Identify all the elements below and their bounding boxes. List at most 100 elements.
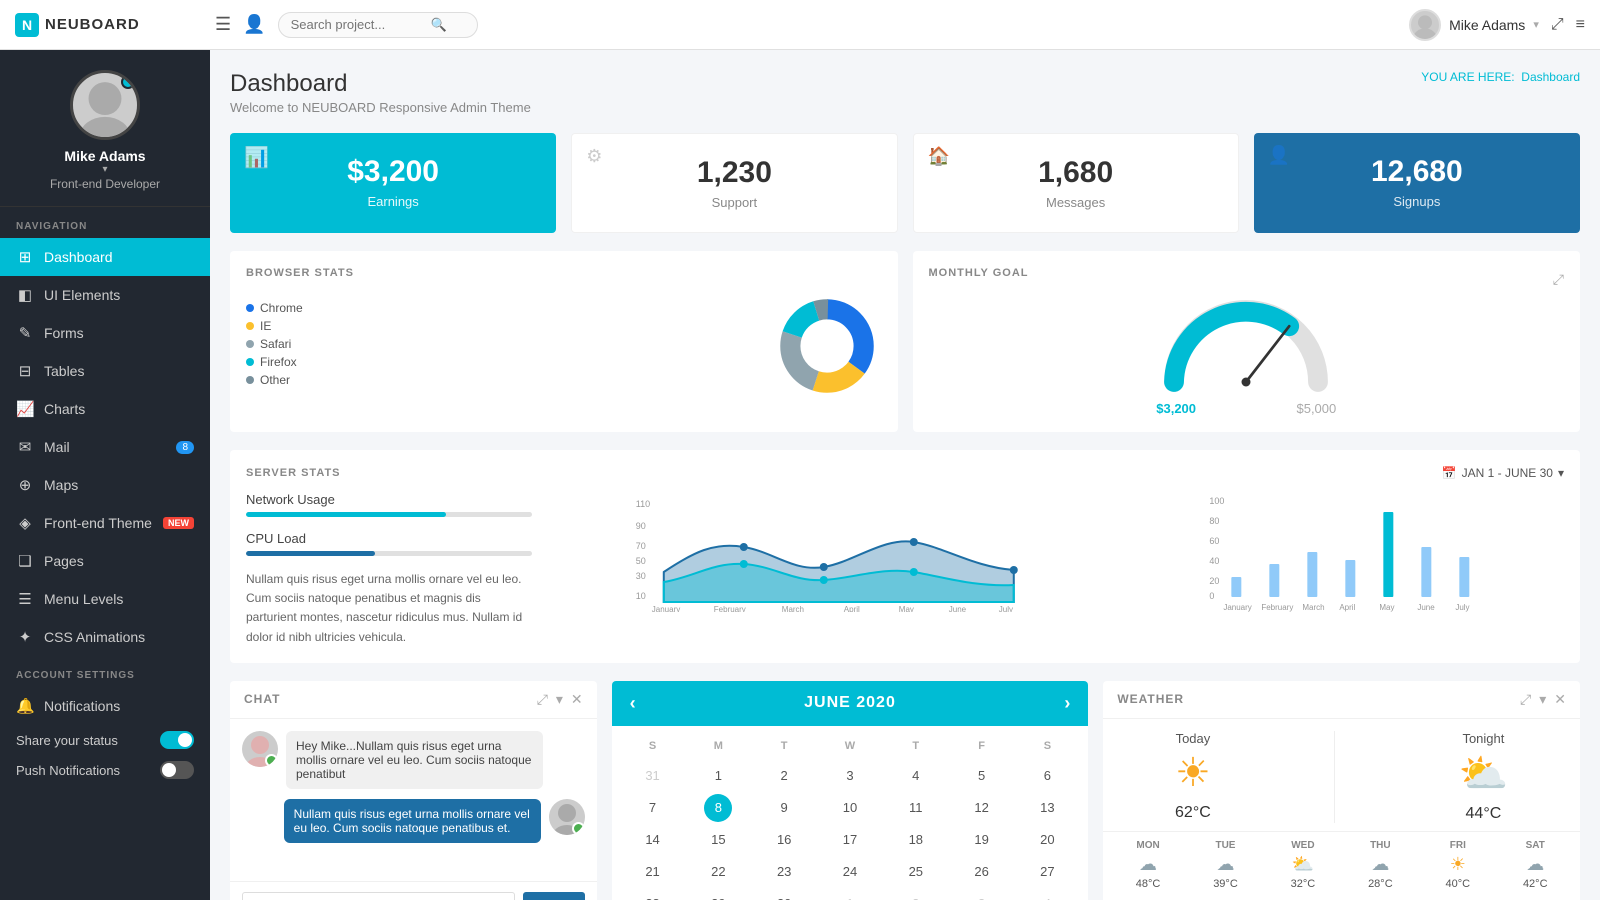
calendar-day[interactable]: 24 bbox=[836, 858, 864, 886]
calendar-day[interactable]: 7 bbox=[639, 794, 667, 822]
calendar-day[interactable]: 4 bbox=[902, 762, 930, 790]
sidebar-item-menu-levels[interactable]: ☰ Menu Levels bbox=[0, 580, 210, 618]
calendar-day[interactable]: 12 bbox=[968, 794, 996, 822]
sidebar-avatar bbox=[70, 70, 140, 140]
sidebar-item-frontend-theme[interactable]: ◈ Front-end Theme NEW bbox=[0, 504, 210, 542]
bar-chart-svg: 100 80 60 40 20 0 January bbox=[1135, 492, 1564, 612]
tables-icon: ⊟ bbox=[16, 362, 34, 380]
svg-text:70: 70 bbox=[636, 541, 646, 551]
weather-expand-icon[interactable]: ⤢ bbox=[1520, 691, 1531, 708]
chat-collapse-icon[interactable]: ▾ bbox=[556, 691, 563, 708]
forms-icon: ✎ bbox=[16, 324, 34, 342]
browser-legend: Chrome IE Safari Firefox bbox=[246, 301, 760, 391]
chat-close-icon[interactable]: ✕ bbox=[571, 691, 583, 708]
calendar-day[interactable]: 14 bbox=[639, 826, 667, 854]
forecast-weather-icon: ☀ bbox=[1450, 854, 1466, 875]
calendar-day[interactable]: 31 bbox=[639, 762, 667, 790]
svg-text:June: June bbox=[1418, 603, 1436, 612]
weather-close-icon[interactable]: ✕ bbox=[1554, 691, 1566, 708]
date-range-picker[interactable]: 📅 JAN 1 - JUNE 30 ▾ bbox=[1442, 466, 1564, 480]
gauge-target: $5,000 bbox=[1296, 401, 1336, 416]
sidebar-item-dashboard[interactable]: ⊞ Dashboard bbox=[0, 238, 210, 276]
calendar-day[interactable]: 1 bbox=[836, 890, 864, 900]
calendar-day[interactable]: 29 bbox=[704, 890, 732, 900]
calendar-day[interactable]: 18 bbox=[902, 826, 930, 854]
search-input[interactable] bbox=[291, 17, 431, 32]
calendar-next-button[interactable]: › bbox=[1064, 693, 1070, 714]
forecast-weather-icon: ⛅ bbox=[1292, 854, 1314, 875]
calendar-day[interactable]: 3 bbox=[836, 762, 864, 790]
sidebar-item-mail[interactable]: ✉ Mail 8 bbox=[0, 428, 210, 466]
calendar-day[interactable]: 16 bbox=[770, 826, 798, 854]
sidebar-role: Front-end Developer bbox=[50, 177, 160, 191]
calendar-day[interactable]: 11 bbox=[902, 794, 930, 822]
css-animations-icon: ✦ bbox=[16, 628, 34, 646]
calendar-day[interactable]: 2 bbox=[770, 762, 798, 790]
topnav-menu-icon[interactable]: ≡ bbox=[1576, 16, 1585, 34]
calendar-day[interactable]: 30 bbox=[770, 890, 798, 900]
sidebar-item-charts[interactable]: 📈 Charts bbox=[0, 390, 210, 428]
area-chart-panel: 110 90 70 50 30 10 bbox=[548, 492, 1120, 647]
sidebar-item-maps[interactable]: ⊕ Maps bbox=[0, 466, 210, 504]
sidebar-item-css-animations[interactable]: ✦ CSS Animations bbox=[0, 618, 210, 656]
calendar-day[interactable]: 27 bbox=[1033, 858, 1061, 886]
calendar-day[interactable]: 15 bbox=[704, 826, 732, 854]
chat-send-button[interactable]: SEND bbox=[523, 892, 584, 900]
forecast-weather-icon: ☁ bbox=[1216, 854, 1234, 875]
calendar-day[interactable]: 22 bbox=[704, 858, 732, 886]
expand-icon[interactable]: ⤢ bbox=[1551, 16, 1564, 34]
calendar-day[interactable]: 5 bbox=[968, 762, 996, 790]
calendar-day[interactable]: 17 bbox=[836, 826, 864, 854]
calendar-day[interactable]: 8 bbox=[704, 794, 732, 822]
forecast-day-label: MON bbox=[1136, 840, 1159, 851]
sun-icon: ☀ bbox=[1175, 750, 1211, 796]
wd-thu: T bbox=[883, 736, 949, 756]
calendar-day[interactable]: 25 bbox=[902, 858, 930, 886]
wd-wed: W bbox=[817, 736, 883, 756]
share-status-toggle[interactable] bbox=[160, 731, 194, 749]
calendar-day[interactable]: 6 bbox=[1033, 762, 1061, 790]
user-profile-icon[interactable]: 👤 bbox=[243, 14, 265, 35]
calendar-day[interactable]: 19 bbox=[968, 826, 996, 854]
chat-input[interactable] bbox=[242, 892, 515, 900]
calendar-prev-button[interactable]: ‹ bbox=[630, 693, 636, 714]
sidebar-profile: Mike Adams ▾ Front-end Developer bbox=[0, 50, 210, 207]
cpu-progress-fill bbox=[246, 551, 375, 556]
calendar-day[interactable]: 23 bbox=[770, 858, 798, 886]
search-bar: 🔍 bbox=[278, 12, 478, 38]
monthly-goal-expand-icon[interactable]: ⤢ bbox=[1553, 271, 1564, 288]
forecast-day-label: FRI bbox=[1450, 840, 1466, 851]
calendar-day[interactable]: 2 bbox=[902, 890, 930, 900]
forecast-day-item: WED ⛅ 32°C bbox=[1291, 840, 1316, 890]
cpu-load-item: CPU Load bbox=[246, 531, 532, 556]
calendar-day[interactable]: 3 bbox=[968, 890, 996, 900]
cloud-icon: ⛅ bbox=[1459, 750, 1509, 797]
calendar-day[interactable]: 1 bbox=[704, 762, 732, 790]
logo-symbol: N bbox=[22, 17, 32, 33]
legend-ie: IE bbox=[246, 319, 760, 333]
sidebar-item-forms[interactable]: ✎ Forms bbox=[0, 314, 210, 352]
chat-message-2: Nullam quis risus eget urna mollis ornar… bbox=[242, 799, 585, 843]
calendar-day[interactable]: 26 bbox=[968, 858, 996, 886]
calendar-day[interactable]: 28 bbox=[639, 890, 667, 900]
push-notifications-toggle[interactable] bbox=[160, 761, 194, 779]
calendar-day[interactable]: 9 bbox=[770, 794, 798, 822]
hamburger-icon[interactable]: ☰ bbox=[215, 14, 231, 35]
calendar-day[interactable]: 4 bbox=[1033, 890, 1061, 900]
sidebar-item-notifications[interactable]: 🔔 Notifications bbox=[0, 687, 210, 725]
user-info[interactable]: Mike Adams ▾ bbox=[1409, 9, 1539, 41]
calendar-day[interactable]: 20 bbox=[1033, 826, 1061, 854]
calendar-day[interactable]: 13 bbox=[1033, 794, 1061, 822]
forecast-temp-label: 40°C bbox=[1446, 878, 1471, 890]
date-range-arrow: ▾ bbox=[1558, 466, 1564, 480]
weather-collapse-icon[interactable]: ▾ bbox=[1539, 691, 1546, 708]
calendar-day[interactable]: 21 bbox=[639, 858, 667, 886]
calendar-day[interactable]: 10 bbox=[836, 794, 864, 822]
sidebar-item-tables[interactable]: ⊟ Tables bbox=[0, 352, 210, 390]
chat-header: CHAT ⤢ ▾ ✕ bbox=[230, 681, 597, 719]
sidebar-item-ui-elements[interactable]: ◧ UI Elements bbox=[0, 276, 210, 314]
svg-text:March: March bbox=[782, 605, 804, 612]
account-section-label: ACCOUNT SETTINGS bbox=[0, 656, 210, 687]
sidebar-item-pages[interactable]: ❑ Pages bbox=[0, 542, 210, 580]
chat-expand-icon[interactable]: ⤢ bbox=[537, 691, 548, 708]
